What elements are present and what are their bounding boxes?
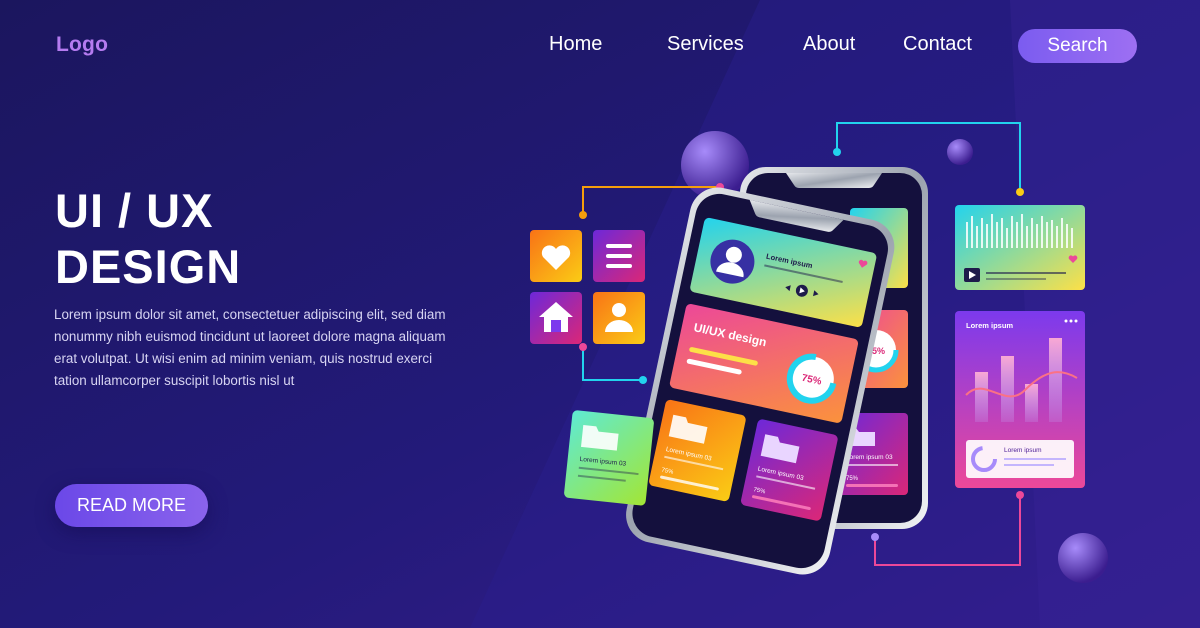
stats-card-title: Lorem ipsum: [966, 321, 1013, 330]
stats-card-caption: Lorem ipsum: [1004, 447, 1042, 454]
home-icon-tile: [530, 292, 582, 344]
decorative-sphere: [1058, 533, 1108, 583]
stats-card: Lorem ipsum Lorem ipsum: [955, 311, 1085, 488]
more-options-icon: [1064, 319, 1078, 323]
ui-ux-illustration: 75% Lorem ipsum 03 75% Lorem ipsum UI/UX…: [530, 122, 1108, 583]
menu-icon-tile: [593, 230, 645, 282]
back-folder-label: Lorem ipsum 03: [846, 454, 893, 461]
floating-folder-card: Lorem ipsum 03: [564, 410, 654, 506]
heart-icon-tile: [530, 230, 582, 282]
user-icon-tile: [593, 292, 645, 344]
audio-card: [955, 205, 1085, 290]
decorative-sphere: [947, 139, 973, 165]
back-folder-percent: 75%: [846, 476, 859, 482]
